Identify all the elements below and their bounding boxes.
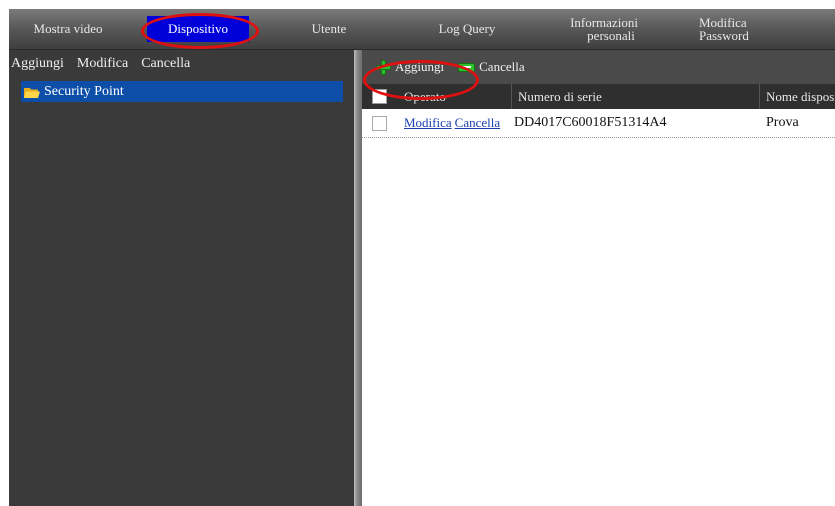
tree-toolbar: Aggiungi Modifica Cancella	[9, 50, 354, 78]
delete-device-label: Cancella	[479, 59, 525, 74]
select-all-checkbox[interactable]	[372, 89, 387, 104]
table-row[interactable]: Modifica Cancella DD4017C60018F51314A4 P…	[362, 109, 835, 138]
tree-add-button[interactable]: Aggiungi	[11, 56, 64, 72]
tree-node-security-point[interactable]: Security Point	[21, 81, 343, 102]
tree-node-label: Security Point	[44, 83, 124, 99]
add-device-button[interactable]: Aggiungi	[376, 59, 444, 75]
menu-label-line2: personali	[587, 28, 635, 43]
delete-link[interactable]: Cancella	[455, 115, 500, 131]
menu-label: Dispositivo	[168, 21, 228, 36]
device-list-toolbar: Aggiungi Cancella	[362, 50, 835, 84]
column-header-nome-dispositivo[interactable]: Nome dispositivo	[760, 84, 835, 109]
menu-mostra-video[interactable]: Mostra video	[23, 9, 113, 49]
edit-link[interactable]: Modifica	[404, 115, 452, 131]
menu-informazioni-personali[interactable]: Informazioni personali	[554, 9, 654, 49]
delete-device-button[interactable]: Cancella	[458, 59, 525, 75]
menu-label: Mostra video	[33, 21, 103, 36]
menu-utente[interactable]: Utente	[299, 9, 359, 49]
menu-label-two-line: Informazioni personali	[570, 16, 638, 42]
menu-label: Log Query	[438, 21, 496, 36]
menu-label-two-line: Modifica Password	[699, 16, 749, 42]
folder-open-icon	[24, 86, 40, 98]
device-name-cell: Prova	[766, 115, 799, 130]
menu-log-query[interactable]: Log Query	[427, 9, 507, 49]
device-tree-panel: Aggiungi Modifica Cancella Security Poin…	[9, 50, 354, 506]
row-checkbox[interactable]	[372, 115, 387, 131]
column-header-operato[interactable]: Operato	[398, 84, 512, 109]
grid-header: Operato Numero di serie Nome dispositivo	[362, 84, 835, 109]
app-window: Mostra video Dispositivo Utente Log Quer…	[9, 9, 835, 506]
tree-delete-button[interactable]: Cancella	[141, 56, 190, 72]
header-checkbox-cell	[362, 84, 398, 109]
top-menu-bar: Mostra video Dispositivo Utente Log Quer…	[9, 9, 835, 50]
add-device-label: Aggiungi	[395, 59, 445, 74]
tree-edit-button[interactable]: Modifica	[77, 56, 128, 72]
plus-icon	[376, 59, 391, 75]
menu-label: Utente	[311, 21, 347, 36]
device-list-panel: Aggiungi Cancella Operato Numero di seri…	[362, 50, 835, 506]
menu-label-line2: Password	[699, 28, 749, 43]
row-operations-cell: Modifica Cancella	[398, 109, 512, 137]
panel-splitter[interactable]	[354, 50, 362, 506]
minus-icon	[458, 62, 476, 72]
menu-modifica-password[interactable]: Modifica Password	[699, 9, 779, 49]
column-header-numero-di-serie[interactable]: Numero di serie	[512, 84, 760, 109]
row-checkbox-cell	[362, 109, 398, 137]
menu-dispositivo[interactable]: Dispositivo	[147, 9, 249, 49]
serial-number-cell: DD4017C60018F51314A4	[514, 115, 667, 130]
